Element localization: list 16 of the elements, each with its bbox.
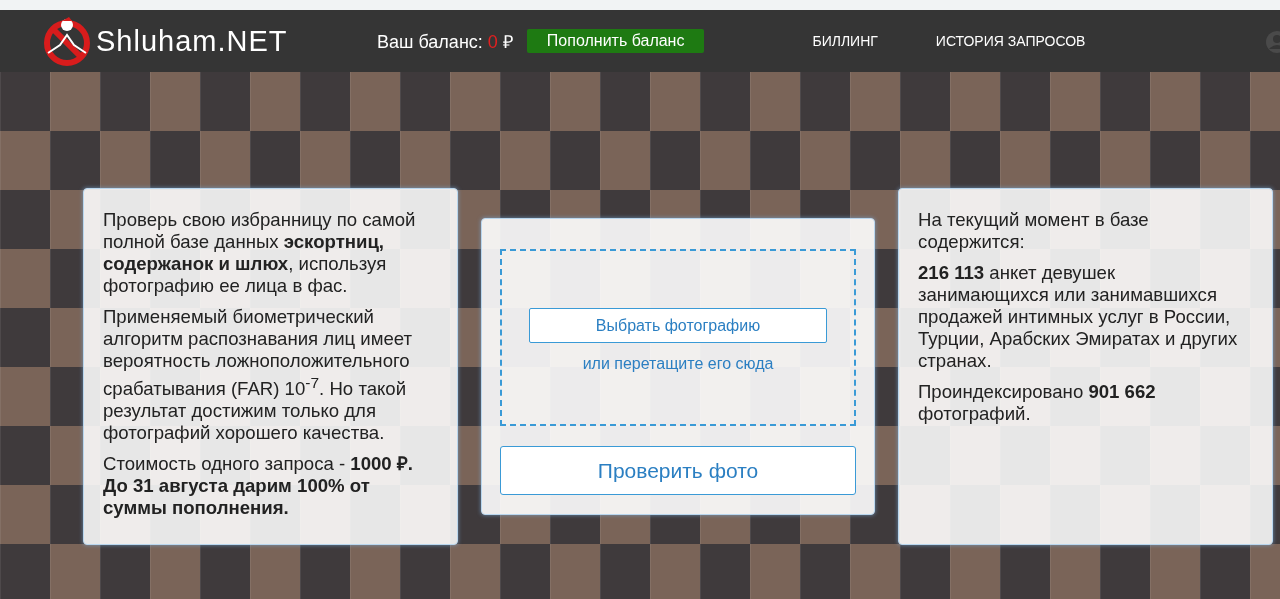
choose-photo-button[interactable]: Выбрать фотографию (529, 308, 827, 343)
drop-zone[interactable]: Выбрать фотографию или перетащите его сюда (500, 249, 856, 426)
info-paragraph: Проверь свою избранницу по самой полной базе данных эскортниц, содержанок и шлюх, используя фотографию ее лица в фас. (103, 209, 417, 297)
info-paragraph: Стоимость одного запроса - 1000 ₽. До 31 августа дарим 100% от суммы пополнения. (103, 453, 414, 520)
info-paragraph: На текущий момент в базе содержится: (918, 209, 1150, 253)
info-paragraph: Применяемый биометрический алгоритм распознавания лиц имеет вероятность ложноположительного срабатывания (FAR) 10$^{-7}$. Но такой результат достижим только для фотографий хорошего качества. (103, 306, 414, 445)
top-up-button[interactable]: Пополнить баланс (526, 29, 705, 53)
info-paragraph: 216 113 анкет девушек занимающихся или занимавшихся продажей интимных услуг в России, Турции, Арабских Эмиратах и других странах. (918, 262, 1239, 372)
nav-link[interactable]: ИСТОРИЯ ЗАПРОСОВ (935, 33, 1086, 49)
info-paragraph: Проиндексировано 901 662 фотографий. (918, 381, 1157, 425)
logo-icon (42, 15, 92, 67)
balance-label: Ваш баланс: 0 ₽ (377, 31, 513, 53)
drop-hint: или перетащите его сюда (582, 355, 774, 373)
logo-text[interactable]: Shluham.NET (96, 24, 288, 58)
nav-link[interactable]: БИЛЛИНГ (812, 33, 878, 49)
check-photo-button[interactable]: Проверить фото (500, 446, 856, 495)
